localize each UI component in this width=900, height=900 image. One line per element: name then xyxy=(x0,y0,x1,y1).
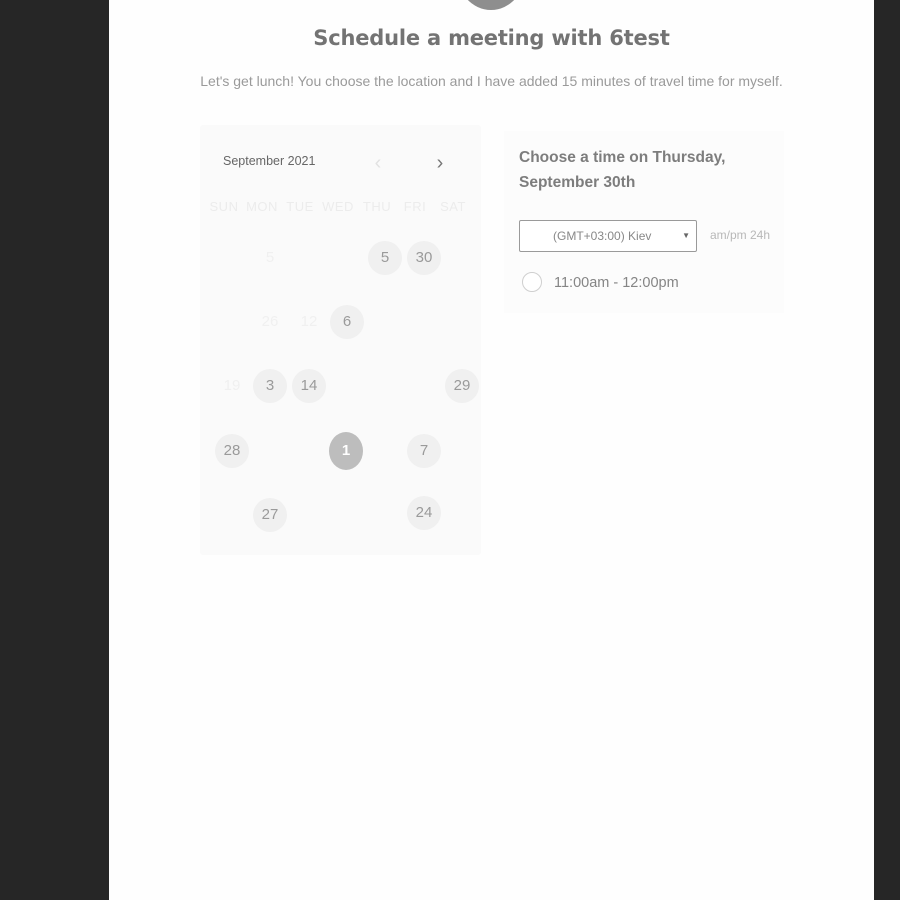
calendar-day: 26 xyxy=(261,313,279,330)
page-title: Schedule a meeting with 6test xyxy=(313,26,670,50)
calendar-day[interactable]: 6 xyxy=(330,305,364,339)
calendar-day[interactable]: 28 xyxy=(215,434,249,468)
calendar-day[interactable]: 14 xyxy=(292,369,326,403)
calendar-day: 19 xyxy=(223,377,241,394)
time-format-toggle[interactable]: am/pm 24h xyxy=(710,228,770,242)
time-picker-heading: Choose a time on Thursday, September 30t… xyxy=(519,149,726,191)
calendar-day: 5 xyxy=(265,249,275,266)
weekday-wed: WED xyxy=(322,199,354,214)
weekday-sun: SUN xyxy=(209,199,239,214)
weekday-fri: FRI xyxy=(403,199,427,214)
host-avatar xyxy=(456,0,526,10)
calendar-day-selected[interactable]: 1 xyxy=(329,432,363,470)
calendar-card: September 2021 ‹ › SUN MON TUE WED THU F… xyxy=(200,125,481,555)
timezone-select[interactable]: (GMT+03:00) Kiev ▼ xyxy=(519,220,697,252)
chevron-right-icon[interactable]: › xyxy=(430,153,450,173)
calendar-day[interactable]: 29 xyxy=(445,369,479,403)
scheduling-page: Schedule a meeting with 6test Let's get … xyxy=(109,0,874,900)
calendar-day[interactable]: 30 xyxy=(407,241,441,275)
calendar-day[interactable]: 3 xyxy=(253,369,287,403)
time-slot-radio[interactable] xyxy=(522,272,542,292)
time-slot-label[interactable]: 11:00am - 12:00pm xyxy=(554,275,679,291)
meeting-description: Let's get lunch! You choose the location… xyxy=(200,73,783,89)
calendar-day[interactable]: 7 xyxy=(407,434,441,468)
calendar-day[interactable]: 5 xyxy=(368,241,402,275)
weekday-tue: TUE xyxy=(286,199,314,214)
month-label: September 2021 xyxy=(223,154,316,168)
weekday-header: SUN MON TUE WED THU FRI SAT xyxy=(200,199,481,215)
timezone-value: (GMT+03:00) Kiev xyxy=(553,229,652,243)
caret-down-icon: ▼ xyxy=(682,231,690,240)
weekday-sat: SAT xyxy=(440,199,466,214)
calendar-day[interactable]: 24 xyxy=(407,496,441,530)
time-picker-card: Choose a time on Thursday, September 30t… xyxy=(504,131,784,313)
calendar-day[interactable]: 27 xyxy=(253,498,287,532)
weekday-thu: THU xyxy=(362,199,392,214)
chevron-left-icon[interactable]: ‹ xyxy=(368,153,388,173)
calendar-day: 12 xyxy=(300,313,318,330)
weekday-mon: MON xyxy=(246,199,278,214)
